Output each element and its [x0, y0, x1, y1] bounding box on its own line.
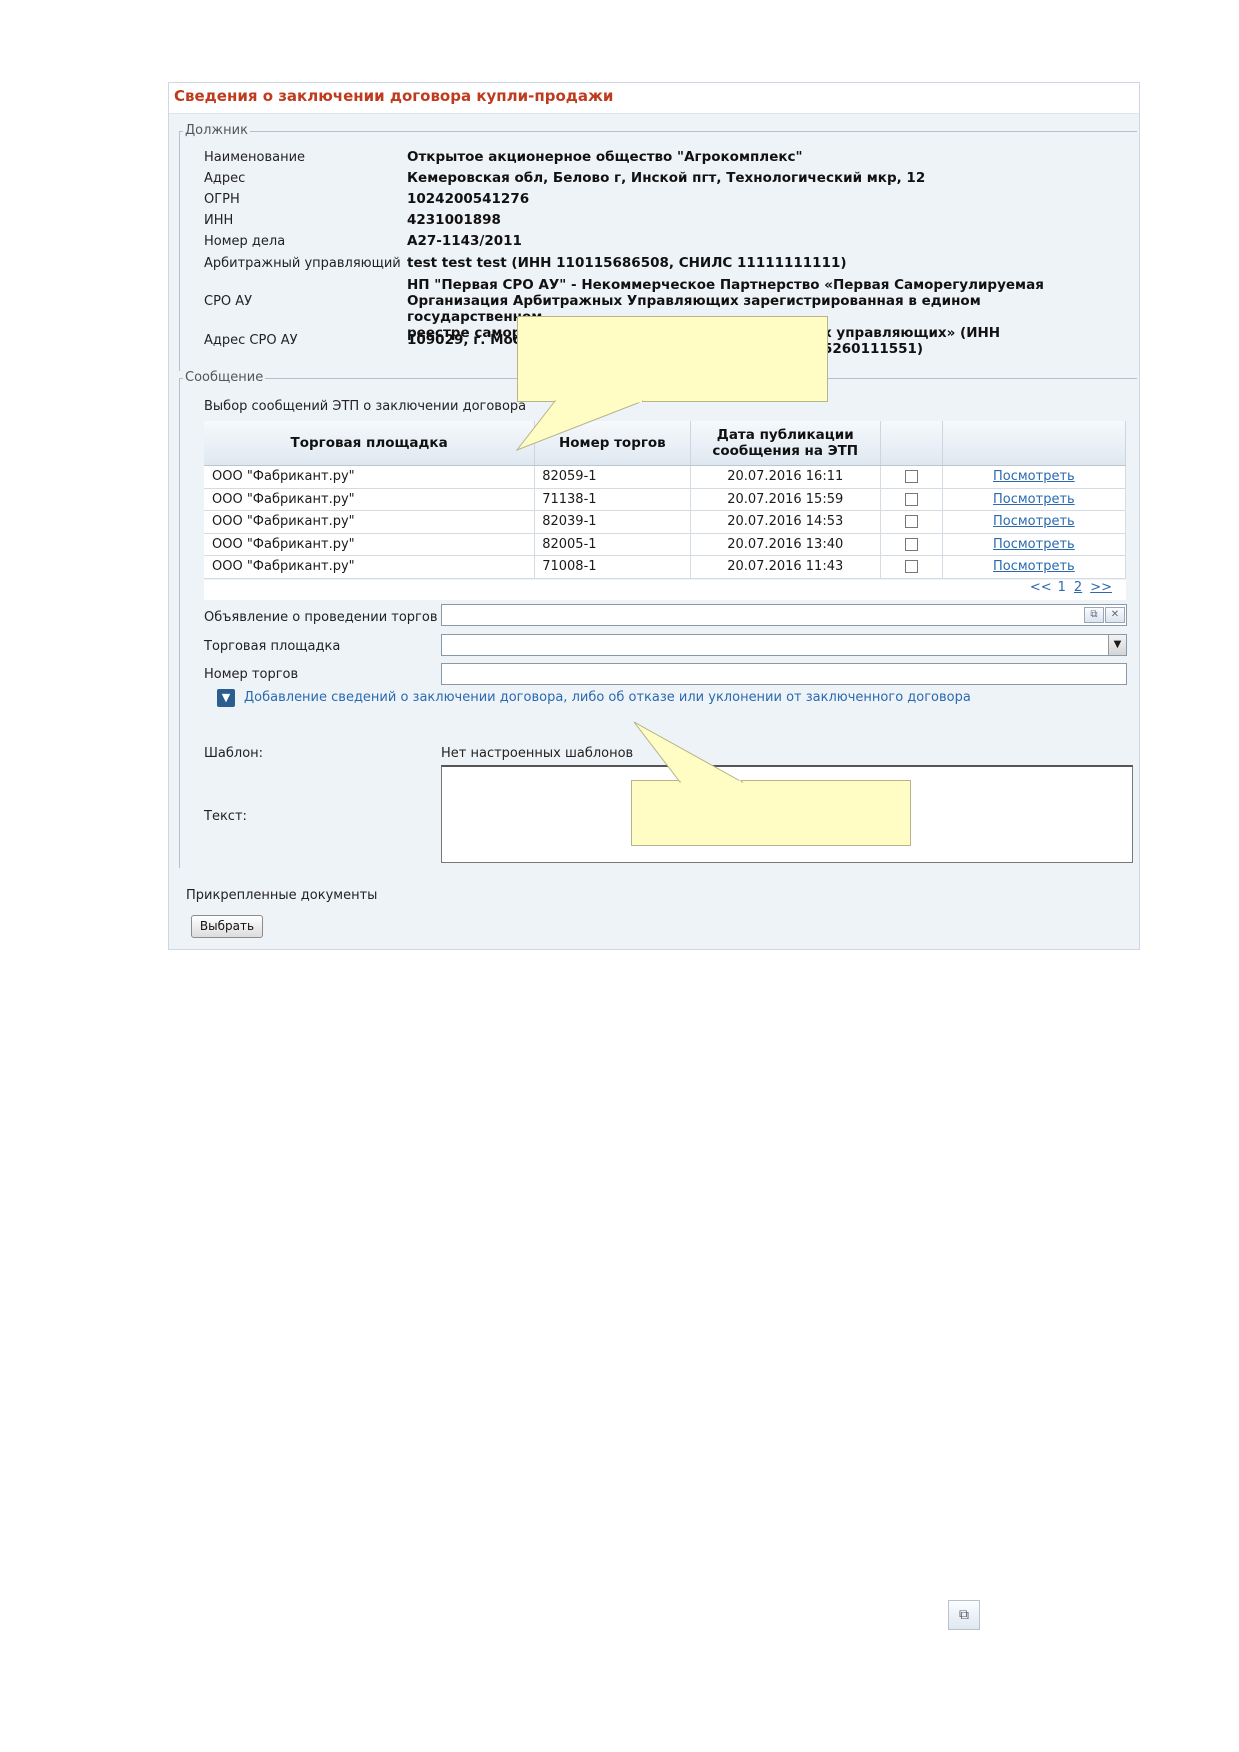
cell-date: 20.07.2016 11:43 [690, 555, 881, 579]
platform-select[interactable]: ▼ [441, 634, 1127, 656]
callout-box [517, 316, 828, 402]
case-number-value: А27-1143/2011 [407, 233, 522, 249]
callout-box [631, 780, 911, 846]
sro-value-line-3b: х управляющих» (ИНН 5260111551) [823, 325, 1001, 357]
pager-next[interactable]: >> [1090, 580, 1112, 595]
cell-number: 82005-1 [534, 533, 691, 556]
cell-select [880, 555, 943, 579]
debtor-fieldset-border-left [179, 131, 180, 371]
debtor-ogrn-label: ОГРН [204, 192, 240, 207]
debtor-name-value: Открытое акционерное общество "Агрокомпл… [407, 149, 803, 165]
cell-select [880, 510, 943, 534]
view-link[interactable]: Посмотреть [993, 469, 1075, 484]
announcement-field[interactable]: ⧉ ✕ [441, 604, 1127, 626]
cell-number: 71008-1 [534, 555, 691, 579]
cell-number: 71138-1 [534, 488, 691, 511]
pager-page-2[interactable]: 2 [1074, 580, 1082, 595]
etp-messages-table: Торговая площадка Номер торгов Дата публ… [204, 421, 1127, 579]
case-number-label: Номер дела [204, 234, 286, 249]
attachments-label: Прикрепленные документы [186, 888, 378, 903]
debtor-address-label: Адрес [204, 171, 246, 186]
cell-date: 20.07.2016 15:59 [690, 488, 881, 511]
row-checkbox[interactable] [904, 492, 918, 506]
expander-toggle[interactable]: ▼ [217, 689, 235, 707]
sro-label: СРО АУ [204, 294, 253, 309]
message-legend: Сообщение [183, 370, 266, 385]
col-header-select [880, 421, 943, 466]
arbitration-manager-value: test test test (ИНН 110115686508, СНИЛС … [407, 255, 847, 271]
cell-platform: ООО "Фабрикант.ру" [204, 533, 536, 556]
col-header-date: Дата публикации сообщения на ЭТП [690, 421, 881, 466]
cell-action: Посмотреть [942, 555, 1127, 579]
chevron-down-icon[interactable]: ▼ [1108, 635, 1126, 655]
callout-pointer [515, 399, 644, 452]
chevron-down-icon: ▼ [221, 691, 231, 704]
table-row: ООО "Фабрикант.ру" 82059-1 20.07.2016 16… [204, 465, 1127, 489]
col-header-platform: Торговая площадка [204, 421, 536, 466]
row-checkbox[interactable] [904, 560, 918, 574]
table-header-row: Торговая площадка Номер торгов Дата публ… [204, 421, 1127, 466]
auction-number-input[interactable] [441, 663, 1127, 685]
debtor-name-label: Наименование [204, 150, 306, 165]
cell-action: Посмотреть [942, 465, 1127, 489]
debtor-legend: Должник [183, 123, 250, 138]
table-row: ООО "Фабрикант.ру" 82039-1 20.07.2016 14… [204, 510, 1127, 534]
cell-action: Посмотреть [942, 510, 1127, 534]
debtor-address-value: Кемеровская обл, Белово г, Инской пгт, Т… [407, 170, 926, 186]
cell-number: 82059-1 [534, 465, 691, 489]
row-checkbox[interactable] [904, 515, 918, 529]
debtor-fieldset-border-top [179, 131, 1137, 132]
debtor-ogrn-value: 1024200541276 [407, 191, 530, 207]
cell-action: Посмотреть [942, 533, 1127, 556]
sro-address-label: Адрес СРО АУ [204, 333, 298, 348]
cell-number: 82039-1 [534, 510, 691, 534]
platform-label: Торговая площадка [204, 639, 341, 654]
auction-number-label: Номер торгов [204, 667, 299, 682]
etp-select-label: Выбор сообщений ЭТП о заключении договор… [204, 399, 527, 414]
debtor-inn-label: ИНН [204, 213, 234, 228]
pager-page-1[interactable]: 1 [1058, 580, 1066, 595]
cell-action: Посмотреть [942, 488, 1127, 511]
sro-address-value: 109029, г. Мос [407, 332, 521, 348]
select-file-button[interactable]: Выбрать [191, 915, 263, 938]
cell-platform: ООО "Фабрикант.ру" [204, 510, 536, 534]
message-fieldset-border-left [179, 378, 180, 868]
lookup-window-icon[interactable]: ⧉ [1084, 607, 1104, 623]
table-row: ООО "Фабрикант.ру" 71138-1 20.07.2016 15… [204, 488, 1127, 511]
cell-platform: ООО "Фабрикант.ру" [204, 465, 536, 489]
lookup-window-icon: ⧉ [948, 1600, 980, 1630]
table-row: ООО "Фабрикант.ру" 71008-1 20.07.2016 11… [204, 555, 1127, 579]
clear-x-icon[interactable]: ✕ [1105, 607, 1125, 623]
template-label: Шаблон: [204, 746, 264, 761]
cell-select [880, 465, 943, 489]
view-link[interactable]: Посмотреть [993, 559, 1075, 574]
announcement-label: Объявление о проведении торгов [204, 610, 438, 625]
template-value: Нет настроенных шаблонов [441, 746, 634, 761]
cell-select [880, 488, 943, 511]
expander-label[interactable]: Добавление сведений о заключении договор… [244, 690, 971, 705]
view-link[interactable]: Посмотреть [993, 492, 1075, 507]
cell-platform: ООО "Фабрикант.ру" [204, 488, 536, 511]
pager-prev[interactable]: << [1030, 580, 1052, 595]
cell-platform: ООО "Фабрикант.ру" [204, 555, 536, 579]
cell-date: 20.07.2016 13:40 [690, 533, 881, 556]
text-label: Текст: [204, 809, 247, 824]
arbitration-manager-label: Арбитражный управляющий [204, 256, 401, 271]
table-row: ООО "Фабрикант.ру" 82005-1 20.07.2016 13… [204, 533, 1127, 556]
callout-pointer [633, 721, 744, 784]
cell-select [880, 533, 943, 556]
pager: << 1 2 >> [204, 580, 1126, 600]
row-checkbox[interactable] [904, 537, 918, 551]
view-link[interactable]: Посмотреть [993, 537, 1075, 552]
cell-date: 20.07.2016 14:53 [690, 510, 881, 534]
col-header-action [942, 421, 1127, 466]
sro-value-line-1: НП "Первая СРО АУ" - Некоммерческое Парт… [407, 277, 1044, 293]
panel-title-bar: Сведения о заключении договора купли-про… [169, 83, 1139, 114]
panel-title: Сведения о заключении договора купли-про… [174, 87, 614, 105]
view-link[interactable]: Посмотреть [993, 514, 1075, 529]
debtor-inn-value: 4231001898 [407, 212, 501, 228]
cell-date: 20.07.2016 16:11 [690, 465, 881, 489]
row-checkbox[interactable] [904, 470, 918, 484]
